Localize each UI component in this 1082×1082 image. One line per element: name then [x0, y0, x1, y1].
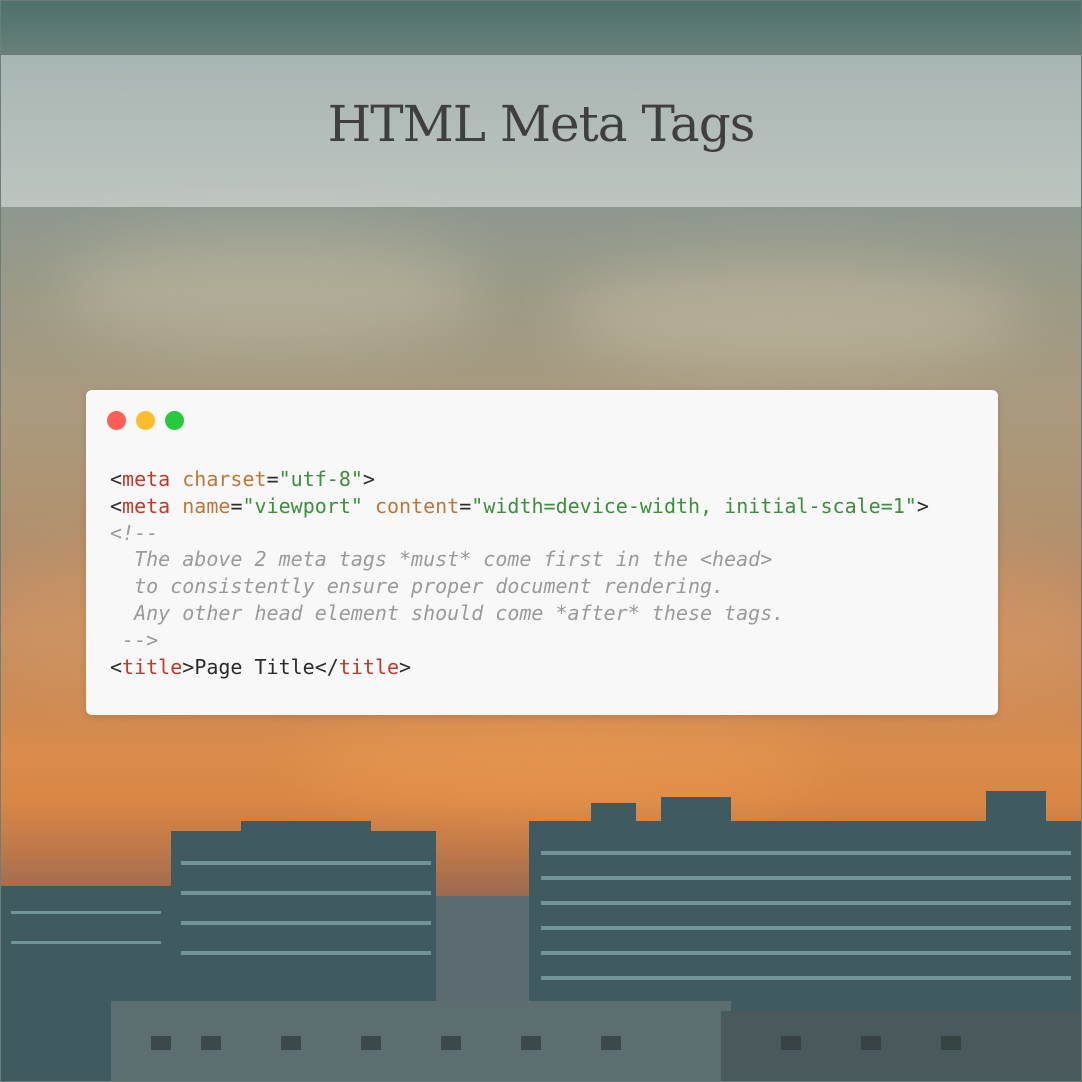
background-photo: HTML Meta Tags <meta charset="utf-8"> <m…: [0, 0, 1082, 1082]
code-comment: Any other head element should come *afte…: [110, 600, 785, 625]
code-punctuation: <: [110, 493, 123, 518]
code-tag-name: meta: [122, 493, 171, 518]
code-string: "viewport": [242, 493, 363, 518]
code-line: <meta name="viewport" content="width=dev…: [110, 493, 929, 520]
code-attribute: name: [182, 493, 231, 518]
code-punctuation: </: [314, 654, 339, 679]
code-block: <meta charset="utf-8"> <meta name="viewpo…: [110, 466, 929, 680]
code-punctuation: =: [230, 493, 243, 518]
code-comment: The above 2 meta tags *must* come first …: [110, 547, 773, 572]
code-line: to consistently ensure proper document r…: [110, 573, 929, 600]
code-punctuation: =: [266, 467, 279, 491]
code-punctuation: [170, 494, 182, 518]
window-controls: [107, 411, 184, 430]
code-attribute: charset: [182, 467, 267, 491]
code-punctuation: >: [916, 493, 929, 518]
code-tag-name: title: [338, 654, 400, 679]
code-attribute: content: [374, 493, 460, 518]
code-punctuation: <: [110, 654, 123, 679]
code-punctuation: <: [110, 467, 123, 491]
code-punctuation: >: [182, 654, 195, 679]
cloud-shape: [61, 231, 481, 351]
page-title: HTML Meta Tags: [327, 95, 756, 153]
code-punctuation: =: [459, 493, 472, 518]
code-comment: -->: [110, 627, 159, 652]
code-punctuation: [363, 494, 375, 518]
minimize-dot-icon[interactable]: [136, 411, 155, 430]
cloud-shape: [561, 261, 1021, 371]
code-comment: <!--: [110, 520, 159, 545]
close-dot-icon[interactable]: [107, 411, 126, 430]
code-line: Any other head element should come *afte…: [110, 600, 929, 627]
code-punctuation: >: [399, 654, 412, 679]
code-line: <title>Page Title</title>: [110, 654, 929, 681]
code-tag-name: title: [122, 654, 183, 679]
code-tag-name: meta: [122, 467, 171, 491]
code-window: <meta charset="utf-8"> <meta name="viewpo…: [86, 390, 998, 715]
code-line: <!--: [110, 520, 929, 547]
code-punctuation: >: [362, 467, 375, 491]
code-punctuation: [170, 467, 182, 491]
code-comment: to consistently ensure proper document r…: [110, 574, 725, 599]
title-banner: HTML Meta Tags: [1, 55, 1081, 207]
code-string: "utf-8": [278, 467, 363, 491]
code-string: "width=device-width, initial-scale=1": [471, 493, 917, 518]
code-text: Page Title: [194, 654, 315, 679]
code-line: <meta charset="utf-8">: [110, 466, 929, 493]
maximize-dot-icon[interactable]: [165, 411, 184, 430]
city-skyline-image: [1, 791, 1081, 1081]
code-line: -->: [110, 627, 929, 654]
code-line: The above 2 meta tags *must* come first …: [110, 546, 929, 573]
